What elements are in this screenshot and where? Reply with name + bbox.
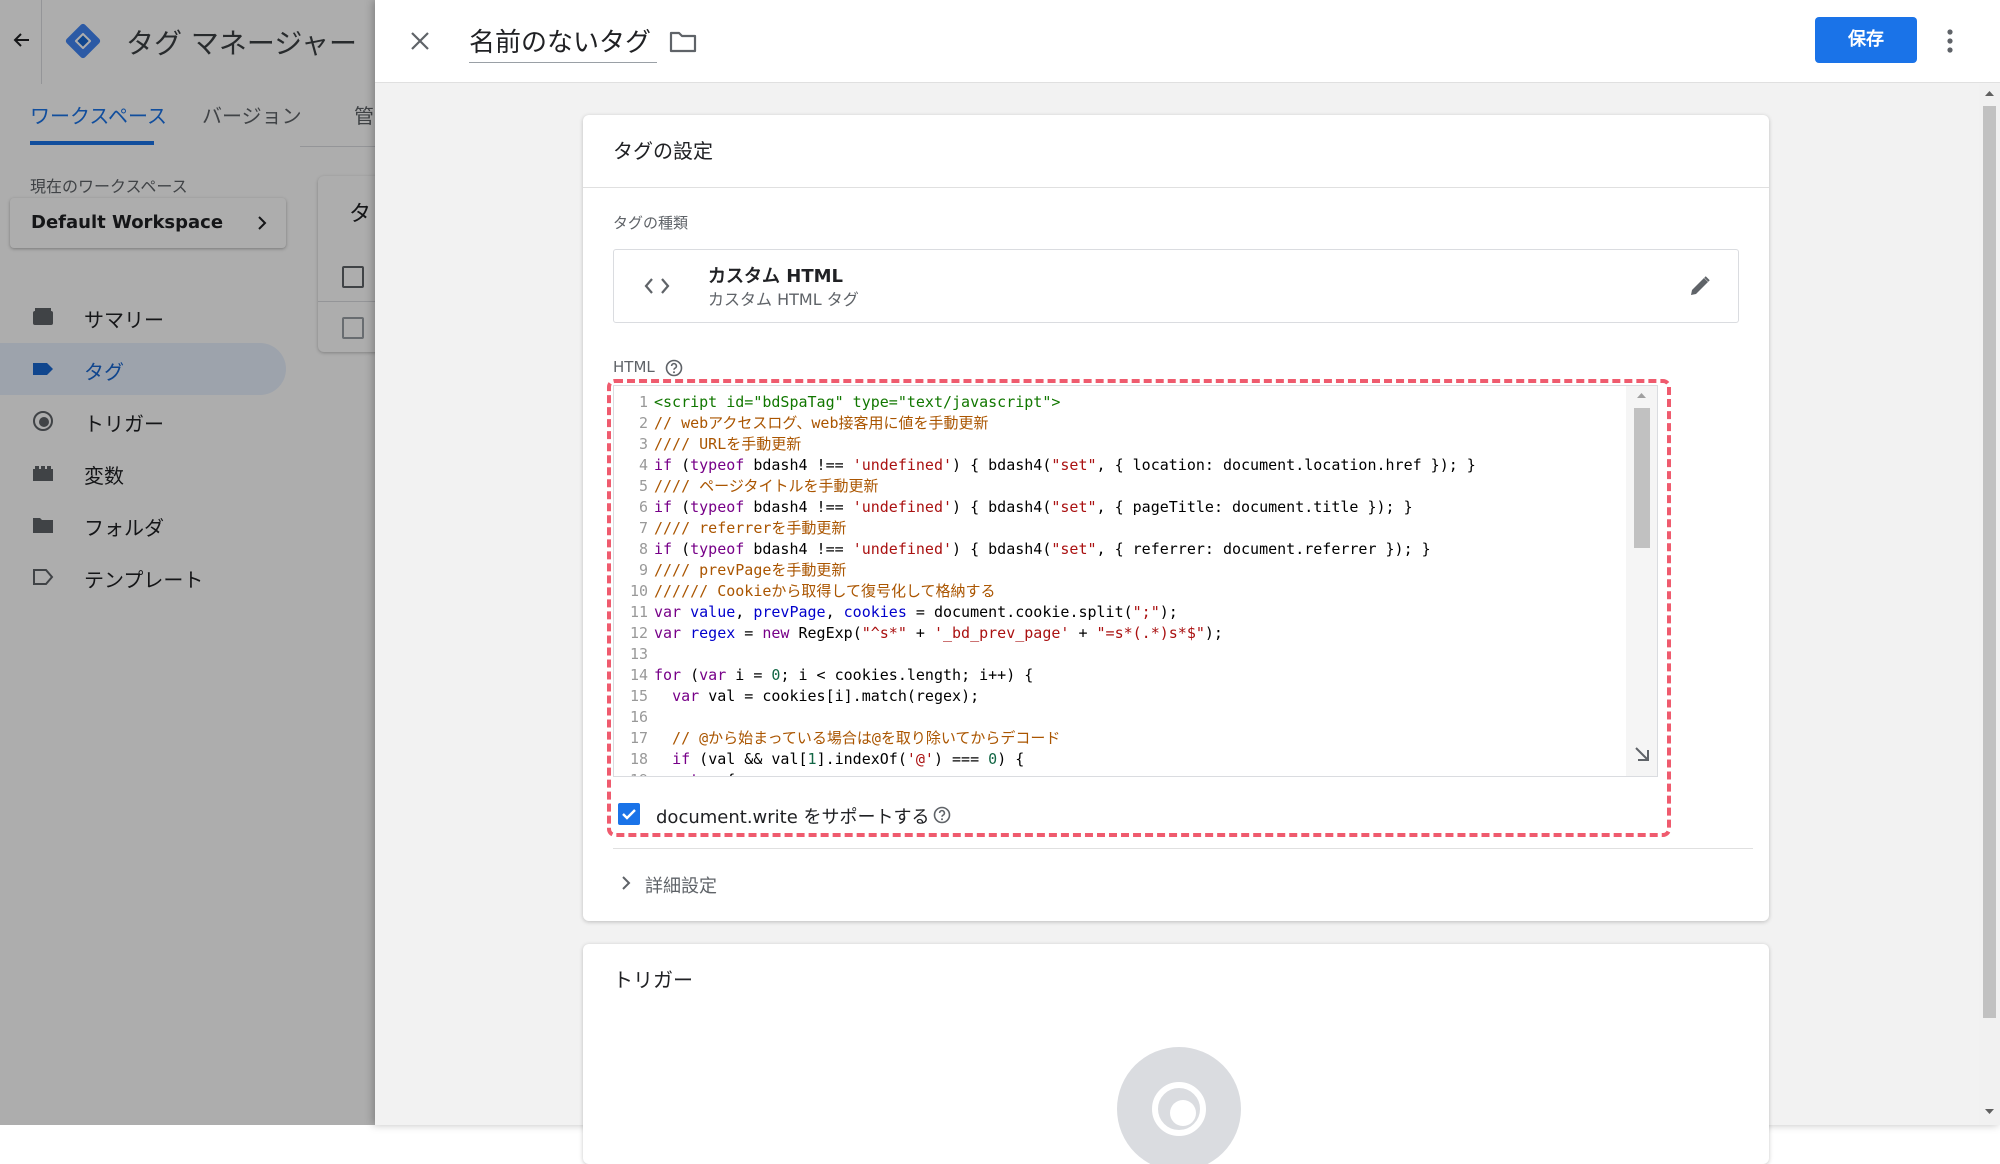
page-scrollbar[interactable]: [1979, 84, 2000, 1125]
code-text: //// prevPageを手動更新: [654, 561, 847, 579]
line-number: 16: [629, 708, 648, 726]
code-text: ////// Cookieから取得して復号化して格納する: [654, 582, 996, 600]
code-icon: [644, 278, 670, 294]
code-text: //// referrerを手動更新: [654, 519, 847, 537]
line-number: 1: [638, 393, 648, 411]
document-write-label: document.write をサポートする: [656, 807, 930, 828]
tag-type-selector[interactable]: カスタム HTML カスタム HTML タグ: [613, 249, 1739, 323]
code-text: <script id="bdSpaTag" type="text/javascr…: [654, 393, 1061, 411]
advanced-settings-toggle[interactable]: 詳細設定: [645, 872, 717, 898]
resize-handle-icon[interactable]: [1632, 744, 1652, 764]
scroll-up-icon[interactable]: [1984, 89, 1995, 97]
scroll-down-icon[interactable]: [1984, 1108, 1995, 1116]
help-icon[interactable]: [933, 806, 951, 824]
line-number: 19: [614, 770, 648, 776]
more-vert-icon[interactable]: [1943, 28, 1957, 54]
scroll-up-icon[interactable]: [1636, 391, 1647, 399]
check-icon: [622, 809, 636, 820]
tag-type-name: カスタム HTML: [708, 266, 843, 287]
line-number: 7: [638, 519, 648, 537]
code-text: // @から始まっている場合は@を取り除いてからデコード: [654, 729, 1061, 747]
code-text: var val = cookies[i].match(regex);: [672, 687, 980, 705]
line-number: 15: [629, 687, 648, 705]
line-number: 4: [638, 456, 648, 474]
tag-type-caption: タグの種類: [613, 214, 689, 232]
trigger-card: トリガー: [583, 944, 1769, 1164]
code-text: try {: [654, 770, 735, 776]
trigger-icon: [1152, 1082, 1206, 1136]
code-scrollbar[interactable]: [1626, 386, 1657, 776]
divider: [583, 187, 1769, 188]
tag-type-subtitle: カスタム HTML タグ: [708, 290, 859, 309]
chevron-right-icon[interactable]: [619, 875, 633, 891]
code-text: // webアクセスログ、web接客用に値を手動更新: [654, 414, 989, 432]
document-write-checkbox[interactable]: [618, 803, 640, 825]
line-number: 14: [629, 666, 648, 684]
line-number: 13: [629, 645, 648, 663]
line-number: 18: [629, 750, 648, 768]
tag-config-title: タグの設定: [613, 139, 713, 163]
code-text: if (typeof bdash4 !== 'undefined') { bda…: [654, 540, 1431, 558]
help-icon[interactable]: [665, 359, 683, 377]
divider: [613, 848, 1753, 849]
line-number: 5: [638, 477, 648, 495]
line-number: 17: [629, 729, 648, 747]
line-number: 12: [629, 624, 648, 642]
close-icon[interactable]: [409, 30, 431, 52]
tag-editor-panel: 名前のないタグ 保存 タグの設定 タグの種類 カスタム HTML カスタム HT…: [375, 0, 2000, 1164]
edit-pencil-icon[interactable]: [1688, 274, 1712, 298]
html-label: HTML: [613, 358, 655, 376]
code-text: //// URLを手動更新: [654, 435, 802, 453]
code-text: if (typeof bdash4 !== 'undefined') { bda…: [654, 456, 1476, 474]
line-number: 9: [638, 561, 648, 579]
line-number: 6: [638, 498, 648, 516]
code-text: for (var i = 0; i < cookies.length; i++)…: [654, 666, 1034, 684]
save-button[interactable]: 保存: [1815, 17, 1917, 63]
line-number: 11: [629, 603, 648, 621]
code-text: var value, prevPage, cookies = document.…: [654, 603, 1178, 621]
trigger-placeholder[interactable]: [1117, 1047, 1241, 1164]
line-number: 2: [638, 414, 648, 432]
tag-config-card: タグの設定 タグの種類 カスタム HTML カスタム HTML タグ HTML …: [583, 115, 1769, 921]
tag-name-input[interactable]: 名前のないタグ: [469, 22, 651, 59]
modal-scrim[interactable]: [0, 0, 375, 1125]
code-text: if (typeof bdash4 !== 'undefined') { bda…: [654, 498, 1413, 516]
page-scrollbar-thumb[interactable]: [1983, 106, 1996, 1018]
code-text: if (val && val[1].indexOf('@') === 0) {: [672, 750, 1025, 768]
code-scrollbar-thumb[interactable]: [1634, 408, 1650, 548]
line-number: 3: [638, 435, 648, 453]
code-content[interactable]: 1 <script id="bdSpaTag" type="text/javasc…: [614, 392, 1624, 776]
html-code-editor[interactable]: 1 <script id="bdSpaTag" type="text/javasc…: [613, 385, 1658, 777]
code-text: //// ページタイトルを手動更新: [654, 477, 879, 495]
code-text: var regex = new RegExp("^s*" + '_bd_prev…: [654, 624, 1223, 642]
line-number: 8: [638, 540, 648, 558]
tag-name-underline: [469, 62, 657, 63]
line-number: 10: [629, 582, 648, 600]
folder-icon[interactable]: [669, 28, 697, 54]
trigger-title: トリガー: [613, 968, 693, 992]
editor-header: 名前のないタグ 保存: [375, 0, 2000, 83]
